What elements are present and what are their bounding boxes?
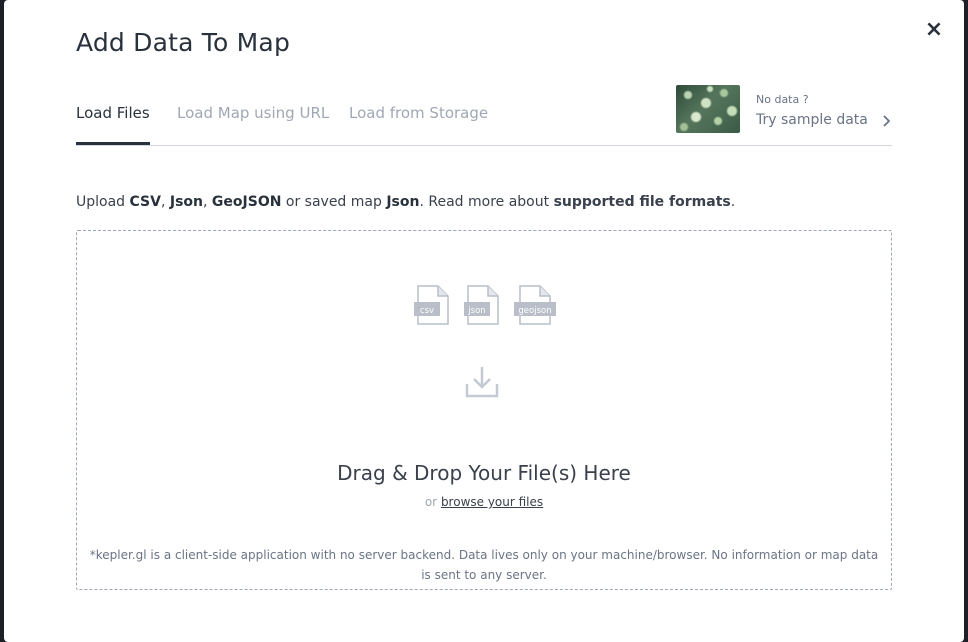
drag-drop-heading: Drag & Drop Your File(s) Here	[337, 461, 631, 485]
format-geojson: GeoJSON	[211, 194, 282, 210]
try-sample-data-button[interactable]: No data ? Try sample data	[676, 85, 892, 133]
add-data-modal: × Add Data To Map Load Files Load Map us…	[4, 0, 964, 642]
upload-instructions: Upload CSV, Json, GeoJSON or saved map J…	[76, 194, 736, 210]
json-file-icon: json	[464, 285, 499, 325]
csv-file-icon: csv	[414, 285, 449, 325]
json-file-label: json	[467, 306, 485, 316]
no-data-label: No data ?	[756, 93, 809, 106]
csv-file-label: csv	[420, 306, 434, 316]
browse-line: or browse your files	[424, 495, 544, 509]
format-csv: CSV	[129, 194, 161, 210]
tab-load-map-url[interactable]: Load Map using URL	[177, 86, 329, 144]
close-icon[interactable]: ×	[922, 18, 946, 42]
tab-load-storage[interactable]: Load from Storage	[349, 86, 488, 144]
try-sample-data-label: Try sample data	[756, 112, 868, 128]
privacy-disclaimer: *kepler.gl is a client-side application …	[89, 548, 879, 582]
chevron-right-icon	[883, 115, 891, 127]
modal-title: Add Data To Map	[76, 28, 291, 57]
browse-files-link[interactable]: browse your files	[441, 495, 543, 509]
file-dropzone[interactable]: csv json geojson Drag & Drop Your File(s…	[76, 230, 892, 590]
download-icon	[465, 367, 499, 398]
geojson-file-label: geojson	[518, 306, 551, 316]
supported-formats-link[interactable]: supported file formats	[554, 194, 731, 210]
sample-data-thumbnail	[676, 85, 740, 133]
geojson-file-icon: geojson	[514, 285, 556, 325]
format-json: Json	[169, 194, 204, 210]
format-map-json: Json	[386, 194, 420, 210]
tab-load-files[interactable]: Load Files	[76, 86, 150, 145]
